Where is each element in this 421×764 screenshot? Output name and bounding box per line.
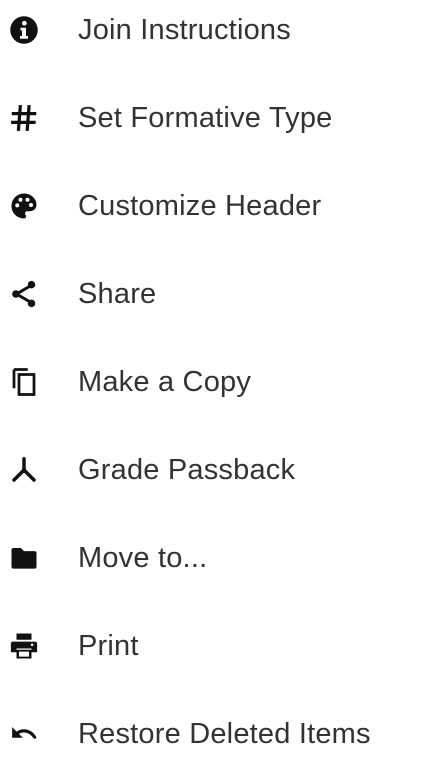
menu-item-share[interactable]: Share (0, 264, 421, 324)
menu-item-label: Grade Passback (78, 454, 296, 486)
merge-icon (8, 454, 40, 486)
menu-item-join-instructions[interactable]: Join Instructions (0, 0, 421, 60)
menu-item-grade-passback[interactable]: Grade Passback (0, 440, 421, 500)
menu-item-set-formative-type[interactable]: Set Formative Type (0, 88, 421, 148)
menu-item-label: Move to... (78, 542, 208, 574)
copy-icon (8, 366, 40, 398)
menu-item-label: Share (78, 278, 157, 310)
menu-item-label: Restore Deleted Items (78, 718, 371, 750)
options-menu: Join Instructions Set Formative Type Cus… (0, 0, 421, 750)
menu-item-move-to[interactable]: Move to... (0, 528, 421, 588)
menu-item-label: Make a Copy (78, 366, 252, 398)
menu-item-label: Set Formative Type (78, 102, 333, 134)
undo-icon (8, 718, 40, 750)
menu-item-label: Join Instructions (78, 14, 291, 46)
menu-item-restore-deleted-items[interactable]: Restore Deleted Items (0, 704, 421, 764)
menu-item-print[interactable]: Print (0, 616, 421, 676)
menu-item-customize-header[interactable]: Customize Header (0, 176, 421, 236)
hash-icon (8, 102, 40, 134)
share-icon (8, 278, 40, 310)
printer-icon (8, 630, 40, 662)
folder-icon (8, 542, 40, 574)
menu-item-make-a-copy[interactable]: Make a Copy (0, 352, 421, 412)
info-circle-icon (8, 14, 40, 46)
menu-item-label: Print (78, 630, 139, 662)
menu-item-label: Customize Header (78, 190, 322, 222)
palette-icon (8, 190, 40, 222)
